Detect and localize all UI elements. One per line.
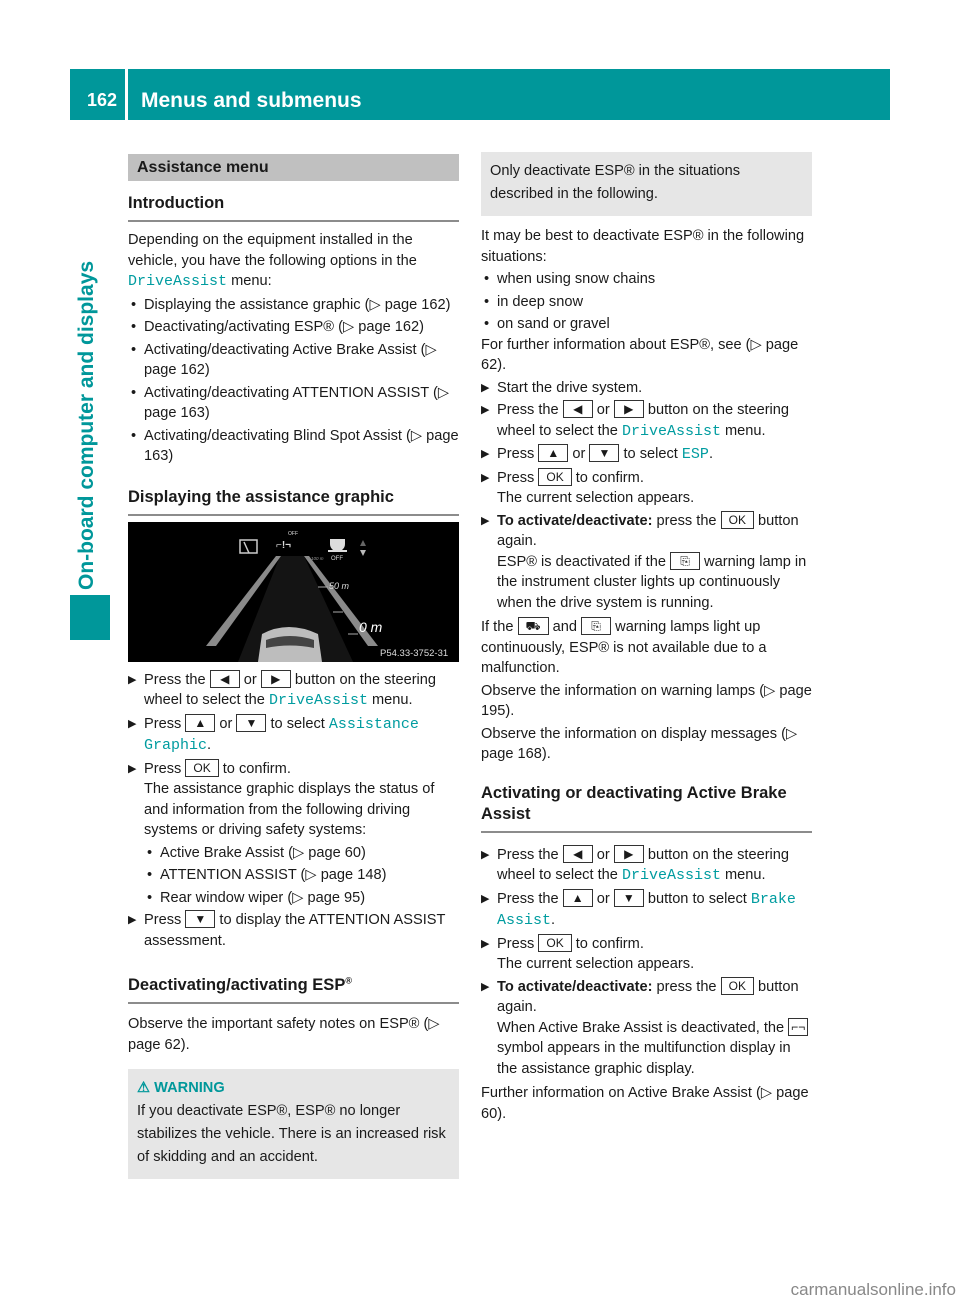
assistance-graphic-svg: OFF ⌐!¬ OFF 100 m 50 m 0 m P54.33-3752-3… <box>206 531 448 662</box>
esp-malfunction-text: If the ⛟ and ⎘ warning lamps light up co… <box>481 617 767 676</box>
intro-options-list: Displaying the assistance graphic (▷ pag… <box>128 295 459 467</box>
ok-key[interactable]: OK <box>538 933 572 952</box>
step-select-menu: Press the ◀ or ▶ button on the steering … <box>128 669 459 712</box>
ok-key[interactable]: OK <box>720 976 754 995</box>
heading-assistance-graphic: Displaying the assistance graphic <box>128 487 459 516</box>
distance-50: 50 m <box>329 581 350 591</box>
right-key[interactable]: ▶ <box>260 669 291 688</box>
step-start-drive: Start the drive system. <box>481 378 812 399</box>
step-toggle-esp: To activate/deactivate: press the OK but… <box>481 510 812 614</box>
page-number: 162 <box>86 89 117 110</box>
down-key[interactable]: ▼ <box>613 888 644 907</box>
menu-name-driveassist[interactable]: DriveAssist <box>128 273 227 290</box>
warning-text: If you deactivate ESP®, ESP® no longer s… <box>137 1103 446 1165</box>
page-number-box: 162 <box>70 69 125 120</box>
step-select-brake-assist: Press the ▲ or ▼ button to select Brake … <box>481 888 812 932</box>
left-key[interactable]: ◀ <box>209 669 240 688</box>
down-arrow-icon <box>360 549 366 556</box>
heading-active-brake-assist: Activating or deactivating Active Brake … <box>481 783 812 833</box>
intro-paragraph: Depending on the equipment installed in … <box>128 232 417 290</box>
brake-assist-off-icon: ⌐¬ <box>788 1017 809 1036</box>
step-toggle-brake-assist: To activate/deactivate: press the OK but… <box>481 976 812 1080</box>
warning-lamps-reference[interactable]: Observe the information on warning lamps… <box>481 681 812 722</box>
menu-name-driveassist[interactable]: DriveAssist <box>622 423 721 440</box>
warning-heading: ⚠ WARNING <box>137 1080 225 1096</box>
down-key[interactable]: ▼ <box>185 910 216 928</box>
up-arrow-icon <box>360 539 366 546</box>
up-key[interactable]: ▲ <box>538 444 569 462</box>
list-item[interactable]: Rear window wiper (▷ page 95) <box>128 888 459 909</box>
list-item[interactable]: Deactivating/activating ESP® (▷ page 162… <box>128 317 459 338</box>
brake-assist-off-icon: ⌐!¬ <box>276 540 291 551</box>
list-item[interactable]: Activating/deactivating Blind Spot Assis… <box>128 426 459 467</box>
menu-name-driveassist[interactable]: DriveAssist <box>269 692 368 709</box>
menu-name-driveassist[interactable]: DriveAssist <box>622 867 721 884</box>
watermark: carmanualsonline.info <box>790 1279 956 1299</box>
list-item[interactable]: Activating/deactivating ATTENTION ASSIST… <box>128 383 459 424</box>
esp-note-box: Only deactivate ESP® in the situations d… <box>481 152 812 216</box>
header-bar: Menus and submenus <box>128 69 890 120</box>
assistance-graphic-image: OFF ⌐!¬ OFF 100 m 50 m 0 m P54.33-3752-3… <box>128 521 459 662</box>
step-select-esp: Press ▲ or ▼ to select ESP. <box>481 444 812 466</box>
heading-esp: Deactivating/activating ESP® <box>128 975 459 1004</box>
right-key[interactable]: ▶ <box>613 844 644 863</box>
right-key[interactable]: ▶ <box>613 400 644 418</box>
section-tab-label: On-board computer and displays <box>75 260 98 590</box>
list-item[interactable]: Displaying the assistance graphic (▷ pag… <box>128 295 459 316</box>
step-confirm: Press OK to confirm.The current selectio… <box>481 933 812 975</box>
left-key[interactable]: ◀ <box>562 844 593 863</box>
abs-off-label: OFF <box>288 531 298 537</box>
display-messages-reference[interactable]: Observe the information on display messa… <box>481 724 812 765</box>
list-item: on sand or gravel <box>481 314 812 335</box>
heading-introduction: Introduction <box>128 193 459 222</box>
down-key[interactable]: ▼ <box>236 713 267 732</box>
ok-key[interactable]: OK <box>538 467 572 486</box>
menu-item-esp[interactable]: ESP <box>682 446 709 463</box>
warning-box: ⚠ WARNING If you deactivate ESP®, ESP® n… <box>128 1069 459 1179</box>
distance-100: 100 m <box>311 556 324 561</box>
list-item[interactable]: ATTENTION ASSIST (▷ page 148) <box>128 865 459 886</box>
esp-off-warning-lamp-icon: ⎘ <box>581 617 612 635</box>
esp-situations-intro: It may be best to deactivate ESP® in the… <box>481 228 805 265</box>
distance-0: 0 m <box>359 619 383 635</box>
ok-key[interactable]: OK <box>720 510 754 529</box>
esp-off-warning-lamp-icon: ⎘ <box>670 551 700 570</box>
esp-warning-lamp-icon: ⛟ <box>517 617 549 635</box>
list-item[interactable]: Activating/deactivating Active Brake Ass… <box>128 340 459 381</box>
esp-safety-note[interactable]: Observe the important safety notes on ES… <box>128 1014 459 1055</box>
step-attention-assist: Press ▼ to display the ATTENTION ASSIST … <box>128 910 459 951</box>
coffee-cup-icon <box>330 538 345 551</box>
step-select-menu: Press the ◀ or ▶ button on the steering … <box>481 844 812 887</box>
list-item: in deep snow <box>481 292 812 313</box>
page-title: Menus and submenus <box>141 88 362 112</box>
brake-assist-further-info[interactable]: Further information on Active Brake Assi… <box>481 1083 812 1124</box>
left-key[interactable]: ◀ <box>562 400 593 418</box>
up-key[interactable]: ▲ <box>562 888 593 907</box>
list-item[interactable]: Active Brake Assist (▷ page 60) <box>128 843 459 864</box>
step-confirm: Press OK to confirm.The current selectio… <box>481 467 812 509</box>
section-title: Assistance menu <box>128 154 459 181</box>
step-select-graphic: Press ▲ or ▼ to select Assistance Graphi… <box>128 713 459 757</box>
figure-id: P54.33-3752-31 <box>380 648 448 659</box>
left-column: Assistance menu Introduction Depending o… <box>128 154 459 1179</box>
ok-key[interactable]: OK <box>185 758 219 777</box>
up-key[interactable]: ▲ <box>185 713 216 732</box>
right-column: Only deactivate ESP® in the situations d… <box>481 152 812 1124</box>
svg-text:OFF: OFF <box>331 556 343 562</box>
esp-further-info[interactable]: For further information about ESP®, see … <box>481 335 812 376</box>
step-confirm: Press OK to confirm.The assistance graph… <box>128 758 459 841</box>
step-select-menu: Press the ◀ or ▶ button on the steering … <box>481 400 812 442</box>
warning-triangle-icon: ⚠ <box>137 1080 151 1096</box>
list-item: when using snow chains <box>481 269 812 290</box>
down-key[interactable]: ▼ <box>589 444 620 462</box>
section-tab-marker <box>70 595 110 640</box>
